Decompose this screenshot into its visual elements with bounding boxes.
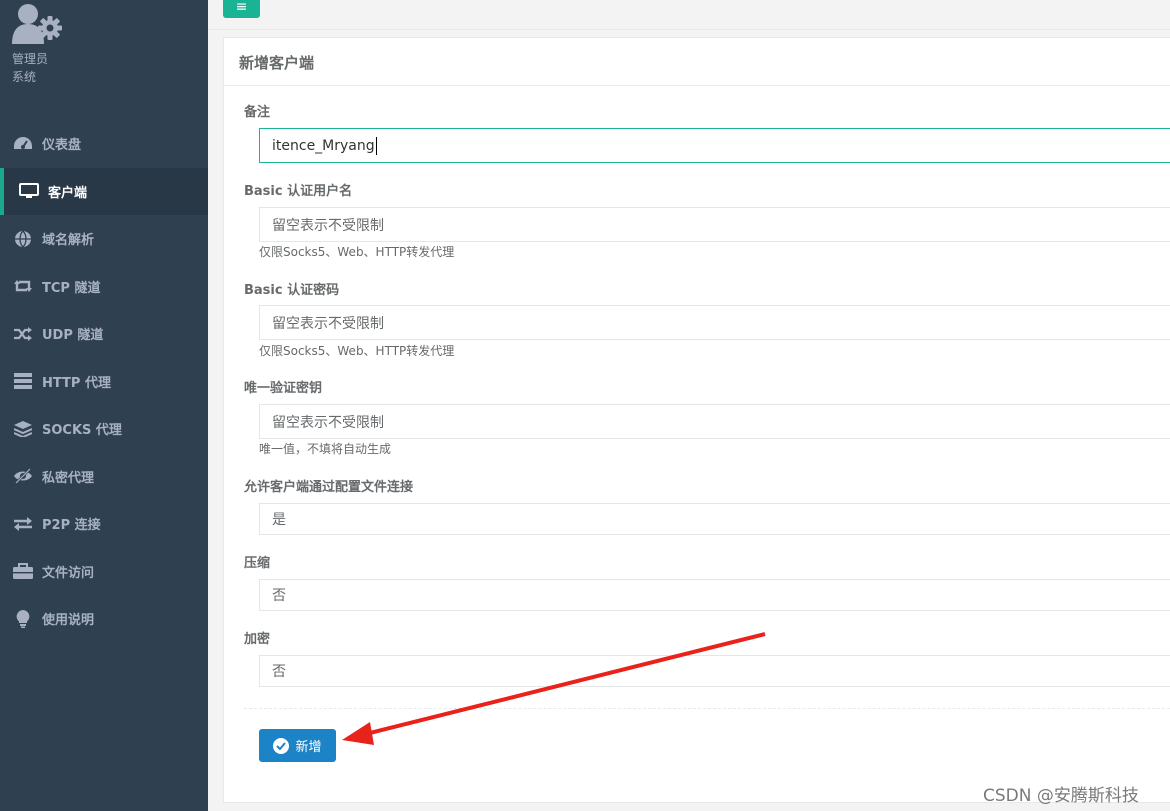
profile-role: 管理员: [12, 52, 49, 66]
form-divider: [244, 708, 1170, 709]
sidebar-item-label: 仪表盘: [42, 138, 82, 154]
basic-pass-help: 仅限Socks5、Web、HTTP转发代理: [259, 344, 455, 358]
config-conn-label: 允许客户端通过配置文件连接: [244, 480, 414, 495]
dashboard-icon: [12, 136, 34, 152]
basic-pass-input[interactable]: 留空表示不受限制: [259, 305, 1170, 340]
compress-label: 压缩: [244, 556, 271, 571]
sidebar-item-label: 客户端: [48, 185, 88, 201]
vkey-input[interactable]: 留空表示不受限制: [259, 404, 1170, 439]
vkey-placeholder: 留空表示不受限制: [272, 414, 384, 431]
sidebar-item-label: P2P 连接: [42, 518, 101, 534]
config-conn-select[interactable]: 是: [259, 503, 1170, 535]
remark-label: 备注: [244, 105, 271, 120]
basic-pass-label: Basic 认证密码: [244, 283, 340, 298]
sidebar-item-dashboard[interactable]: 仪表盘: [0, 120, 208, 168]
vkey-help: 唯一值，不填将自动生成: [259, 442, 392, 456]
admin-settings-icon: [12, 4, 62, 44]
hamburger-icon: ≡: [235, 0, 248, 15]
server-icon: [12, 373, 34, 390]
top-bar: [208, 0, 1170, 30]
add-button-label: 新增: [295, 740, 322, 755]
watermark: CSDN @安腾斯科技: [983, 786, 1139, 806]
monitor-icon: [18, 183, 40, 199]
compress-select[interactable]: 否: [259, 579, 1170, 611]
sidebar-item-label: 私密代理: [42, 470, 95, 486]
sidebar-item-label: 文件访问: [42, 565, 95, 581]
text-cursor: [375, 136, 377, 155]
basic-user-help: 仅限Socks5、Web、HTTP转发代理: [259, 245, 455, 259]
basic-pass-placeholder: 留空表示不受限制: [272, 315, 384, 332]
sidebar-item-clients[interactable]: 客户端: [0, 167, 208, 215]
sidebar-item-label: UDP 隧道: [42, 328, 104, 344]
sidebar-item-tcp[interactable]: TCP 隧道: [0, 263, 208, 311]
sidebar-item-label: TCP 隧道: [42, 280, 101, 296]
retweet-icon: [12, 278, 34, 294]
sidebar-item-label: 使用说明: [42, 613, 95, 629]
sidebar-item-help[interactable]: 使用说明: [0, 595, 208, 643]
exchange-icon: [12, 516, 34, 532]
panel-title: 新增客户端: [224, 38, 1170, 86]
menu-toggle-button[interactable]: ≡: [223, 0, 260, 18]
random-icon: [12, 326, 34, 342]
crypt-label: 加密: [244, 632, 271, 647]
sidebar-item-secret-proxy[interactable]: 私密代理: [0, 453, 208, 501]
profile-system: 系统: [12, 70, 37, 84]
basic-user-label: Basic 认证用户名: [244, 184, 353, 199]
sidebar-item-file-access[interactable]: 文件访问: [0, 548, 208, 596]
sidebar-item-socks-proxy[interactable]: SOCKS 代理: [0, 405, 208, 453]
eye-slash-icon: [12, 468, 34, 485]
crypt-select[interactable]: 否: [259, 655, 1170, 687]
lightbulb-icon: [12, 609, 34, 628]
sidebar-item-domain[interactable]: 域名解析: [0, 215, 208, 263]
profile: 管理员 系统: [0, 0, 208, 110]
sidebar-item-p2p[interactable]: P2P 连接: [0, 500, 208, 548]
remark-input[interactable]: itence_Mryang: [259, 128, 1170, 163]
briefcase-icon: [12, 563, 34, 580]
crypt-value: 否: [272, 664, 286, 680]
globe-icon: [12, 230, 34, 248]
sidebar-item-http-proxy[interactable]: HTTP 代理: [0, 358, 208, 406]
sidebar-item-udp[interactable]: UDP 隧道: [0, 310, 208, 358]
basic-user-placeholder: 留空表示不受限制: [272, 217, 384, 234]
sidebar: 管理员 系统 仪表盘 客户端 域名解析 TCP 隧道 UDP 隧道 HTTP 代…: [0, 0, 208, 811]
check-circle-icon: [273, 737, 290, 754]
sidebar-nav: 仪表盘 客户端 域名解析 TCP 隧道 UDP 隧道 HTTP 代理 SOCKS…: [0, 120, 208, 643]
sidebar-item-label: SOCKS 代理: [42, 423, 122, 439]
config-conn-value: 是: [272, 512, 286, 528]
compress-value: 否: [272, 588, 286, 604]
remark-input-value: itence_Mryang: [272, 137, 375, 154]
vkey-label: 唯一验证密钥: [244, 381, 323, 396]
add-button[interactable]: 新增: [259, 729, 336, 762]
sidebar-item-label: HTTP 代理: [42, 375, 111, 391]
basic-user-input[interactable]: 留空表示不受限制: [259, 207, 1170, 242]
sidebar-item-label: 域名解析: [42, 233, 95, 249]
layers-icon: [12, 420, 34, 437]
